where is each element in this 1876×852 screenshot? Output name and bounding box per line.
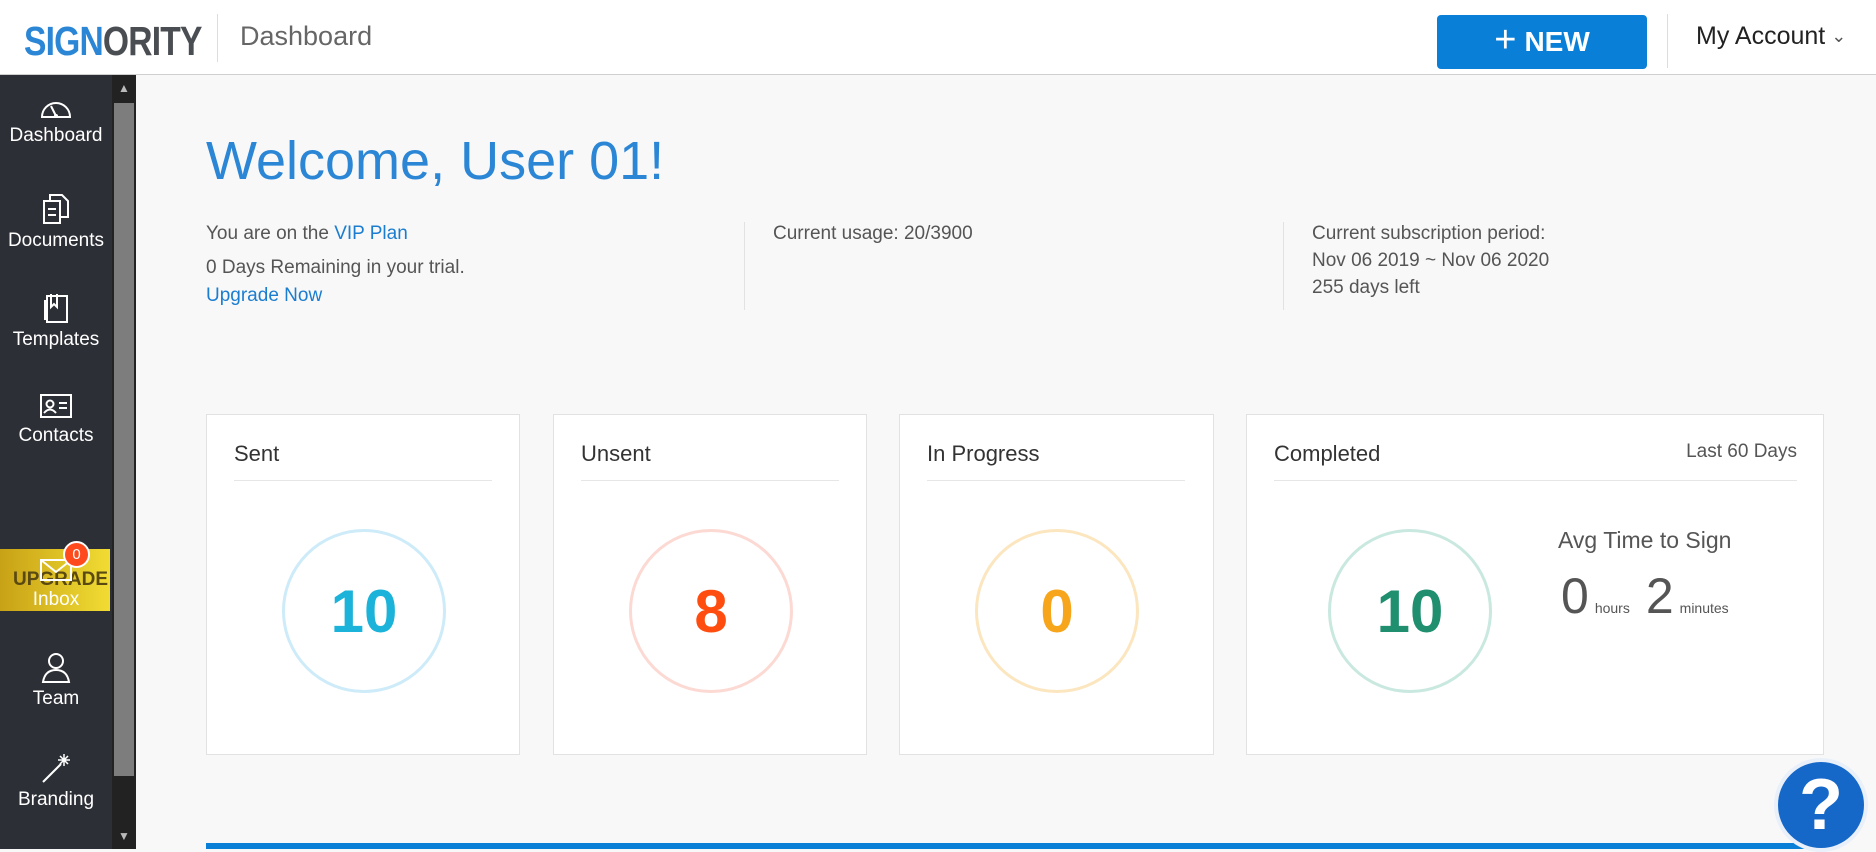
in-progress-card[interactable]: In Progress 0 <box>899 414 1214 755</box>
plan-info: You are on the VIP Plan 0 Days Remaining… <box>206 220 465 310</box>
card-divider <box>581 480 839 481</box>
plan-prefix: You are on the <box>206 223 335 244</box>
sidebar-item-documents[interactable]: Documents <box>0 192 112 252</box>
trial-remaining: 0 Days Remaining in your trial. <box>206 257 465 278</box>
help-button[interactable]: ? <box>1774 758 1868 852</box>
minutes-value: 2 <box>1645 568 1674 624</box>
sent-count: 10 <box>282 529 446 693</box>
magic-wand-icon <box>42 754 70 783</box>
sidebar-item-team[interactable]: Team <box>0 650 112 710</box>
logo-part-ority: ORITY <box>102 18 202 64</box>
sidebar-item-dashboard[interactable]: Dashboard <box>0 93 112 147</box>
templates-icon <box>44 294 68 323</box>
completed-card[interactable]: Completed Last 60 Days 10 Avg Time to Si… <box>1246 414 1824 755</box>
header-divider <box>217 14 218 62</box>
avg-time-title: Avg Time to Sign <box>1558 527 1732 553</box>
chevron-down-icon: ⌄ <box>1831 26 1847 46</box>
upgrade-now-line: Upgrade Now <box>206 282 465 310</box>
user-icon <box>41 653 71 683</box>
sidebar-item-contacts[interactable]: Contacts <box>0 391 112 447</box>
sidebar-item-label: Dashboard <box>9 125 103 146</box>
signority-logo[interactable]: SIGNORITY <box>24 18 202 65</box>
upgrade-now-link[interactable]: Upgrade Now <box>206 285 322 306</box>
sidebar-item-templates[interactable]: Templates <box>0 291 112 351</box>
new-button-label: NEW <box>1524 26 1590 57</box>
page-title: Dashboard <box>240 21 373 51</box>
avg-time-value: 0 hours 2 minutes <box>1561 567 1739 625</box>
sidebar-item-label: Templates <box>12 329 100 350</box>
period-label: Last 60 Days <box>1686 441 1797 462</box>
my-account-label: My Account <box>1696 22 1826 50</box>
section-accent-bar <box>206 843 1824 849</box>
unsent-count: 8 <box>629 529 793 693</box>
card-title: In Progress <box>927 441 1040 466</box>
inbox-count-badge: 0 <box>63 541 90 568</box>
card-divider <box>1274 480 1797 481</box>
info-divider <box>1283 222 1284 310</box>
minutes-unit: minutes <box>1679 600 1729 616</box>
documents-icon <box>43 194 69 224</box>
card-title: Completed <box>1274 441 1381 466</box>
scroll-down-arrow-icon[interactable]: ▼ <box>112 825 136 847</box>
sidebar-item-inbox[interactable]: Inbox <box>0 555 112 611</box>
sidebar-item-label: Branding <box>17 789 95 810</box>
my-account-menu[interactable]: My Account ⌄ <box>1696 22 1846 51</box>
sidebar-scrollbar[interactable]: ▲ ▼ <box>112 75 136 849</box>
scrollbar-thumb[interactable] <box>114 103 134 776</box>
current-usage: Current usage: 20/3900 <box>773 223 973 244</box>
sidebar: Dashboard Documents Templates Contacts U… <box>0 75 112 849</box>
sidebar-item-branding[interactable]: Branding <box>0 751 112 811</box>
subscription-days-left: 255 days left <box>1312 277 1420 298</box>
sent-card[interactable]: Sent 10 <box>206 414 520 755</box>
sidebar-item-label: Team <box>32 688 80 709</box>
card-title: Unsent <box>581 441 651 466</box>
header-divider <box>1667 14 1668 68</box>
card-divider <box>234 480 492 481</box>
unsent-card[interactable]: Unsent 8 <box>553 414 867 755</box>
completed-count: 10 <box>1328 529 1492 693</box>
in-progress-count: 0 <box>975 529 1139 693</box>
hours-unit: hours <box>1594 600 1630 616</box>
logo-part-sign: SIGN <box>24 18 104 64</box>
contact-card-icon <box>40 394 72 418</box>
gauge-icon <box>40 102 72 118</box>
sidebar-item-label: Documents <box>7 230 105 251</box>
card-divider <box>927 480 1185 481</box>
subscription-label: Current subscription period: <box>1312 223 1546 244</box>
plus-icon: + <box>1494 19 1517 61</box>
info-divider <box>744 222 745 310</box>
subscription-info: Current subscription period: Nov 06 2019… <box>1312 220 1549 301</box>
welcome-heading: Welcome, User 01! <box>206 131 665 191</box>
new-button[interactable]: + NEW <box>1437 15 1647 69</box>
sidebar-item-label: Inbox <box>32 589 80 610</box>
sidebar-item-label: Contacts <box>18 425 94 446</box>
vip-plan-link[interactable]: VIP Plan <box>334 223 408 244</box>
plan-line: You are on the VIP Plan <box>206 220 465 248</box>
card-title: Sent <box>234 441 280 466</box>
subscription-period: Nov 06 2019 ~ Nov 06 2020 <box>1312 250 1550 271</box>
top-header: SIGNORITY Dashboard + NEW My Account ⌄ <box>0 0 1876 75</box>
scroll-up-arrow-icon[interactable]: ▲ <box>112 77 136 99</box>
hours-value: 0 <box>1561 568 1589 624</box>
